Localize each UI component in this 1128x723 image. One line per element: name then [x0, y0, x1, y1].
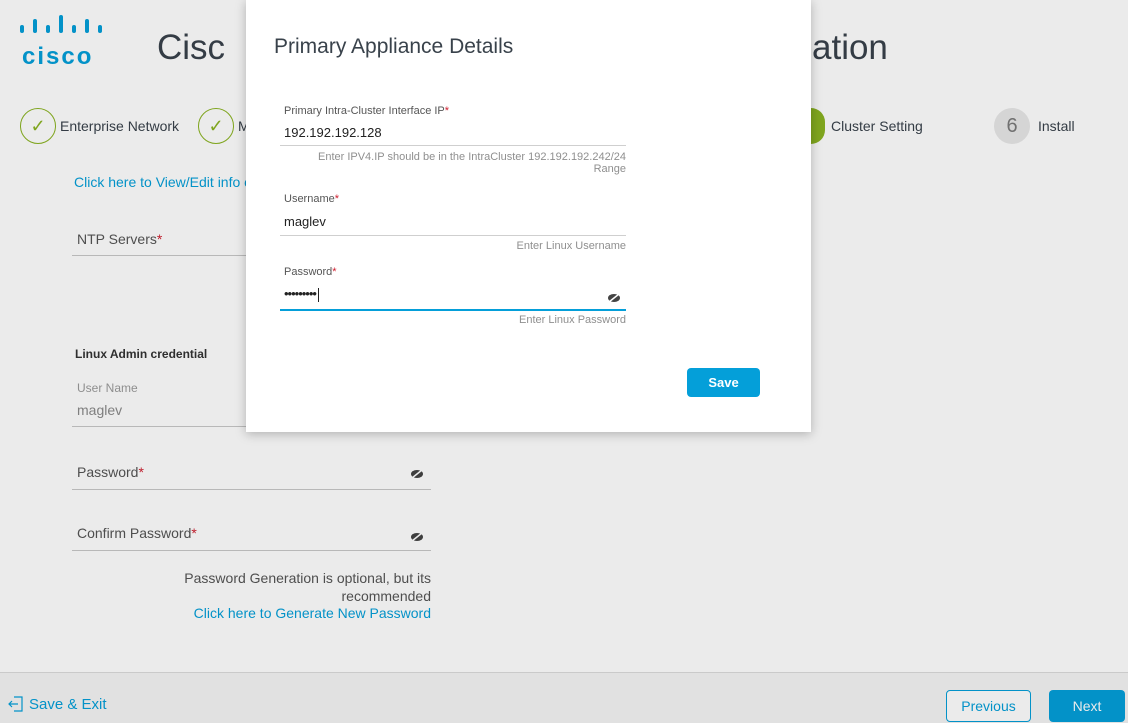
text-cursor	[317, 287, 319, 302]
ip-input-underline	[280, 145, 626, 146]
password-input-underline	[280, 309, 626, 311]
ip-input[interactable]: 192.192.192.128	[284, 125, 382, 140]
password-help-text: Enter Linux Password	[519, 314, 626, 326]
password-label: Password*	[284, 266, 337, 278]
username-help-text: Enter Linux Username	[516, 240, 626, 252]
password-input[interactable]: •••••••••	[284, 286, 319, 302]
username-label: Username*	[284, 193, 340, 205]
username-input[interactable]: maglev	[284, 214, 326, 229]
dialog-title: Primary Appliance Details	[274, 35, 514, 58]
username-input-underline	[280, 235, 626, 236]
ip-help-text: Enter IPV4.IP should be in the IntraClus…	[317, 151, 626, 175]
save-button[interactable]: Save	[687, 368, 760, 397]
hide-password-icon[interactable]	[607, 293, 621, 303]
primary-appliance-dialog: Primary Appliance Details Primary Intra-…	[246, 0, 811, 432]
ip-label: Primary Intra-Cluster Interface IP*	[284, 105, 450, 117]
